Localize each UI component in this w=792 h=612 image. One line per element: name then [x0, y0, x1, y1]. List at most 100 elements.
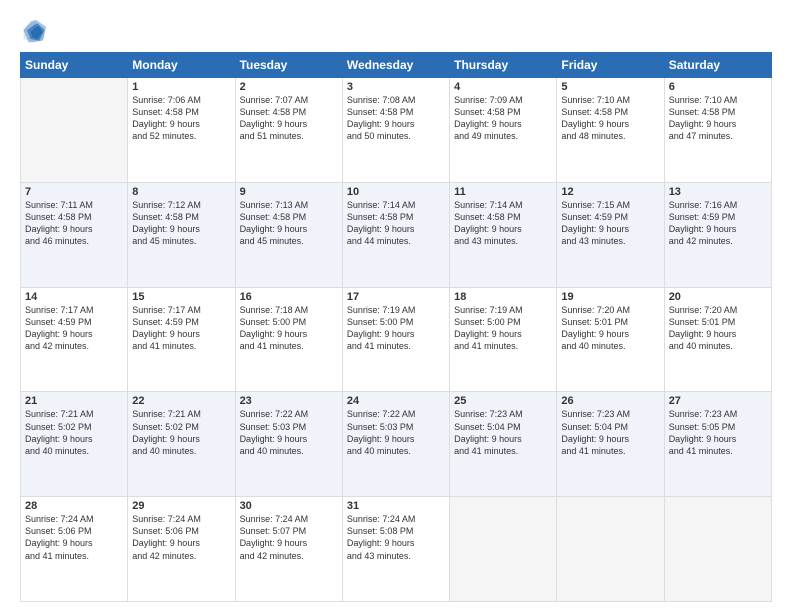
day-number: 10	[347, 186, 445, 198]
day-info: Sunrise: 7:11 AM Sunset: 4:58 PM Dayligh…	[25, 199, 123, 248]
calendar-cell: 21Sunrise: 7:21 AM Sunset: 5:02 PM Dayli…	[21, 392, 128, 497]
calendar-cell: 1Sunrise: 7:06 AM Sunset: 4:58 PM Daylig…	[128, 78, 235, 183]
calendar-cell: 3Sunrise: 7:08 AM Sunset: 4:58 PM Daylig…	[342, 78, 449, 183]
calendar-cell: 20Sunrise: 7:20 AM Sunset: 5:01 PM Dayli…	[664, 287, 771, 392]
calendar-cell: 10Sunrise: 7:14 AM Sunset: 4:58 PM Dayli…	[342, 182, 449, 287]
day-info: Sunrise: 7:23 AM Sunset: 5:04 PM Dayligh…	[454, 408, 552, 457]
day-number: 22	[132, 395, 230, 407]
day-info: Sunrise: 7:10 AM Sunset: 4:58 PM Dayligh…	[561, 94, 659, 143]
logo	[20, 18, 52, 46]
day-number: 26	[561, 395, 659, 407]
calendar-cell: 14Sunrise: 7:17 AM Sunset: 4:59 PM Dayli…	[21, 287, 128, 392]
day-info: Sunrise: 7:16 AM Sunset: 4:59 PM Dayligh…	[669, 199, 767, 248]
day-info: Sunrise: 7:18 AM Sunset: 5:00 PM Dayligh…	[240, 304, 338, 353]
day-number: 8	[132, 186, 230, 198]
calendar-cell: 8Sunrise: 7:12 AM Sunset: 4:58 PM Daylig…	[128, 182, 235, 287]
day-info: Sunrise: 7:17 AM Sunset: 4:59 PM Dayligh…	[132, 304, 230, 353]
day-info: Sunrise: 7:19 AM Sunset: 5:00 PM Dayligh…	[347, 304, 445, 353]
day-info: Sunrise: 7:14 AM Sunset: 4:58 PM Dayligh…	[454, 199, 552, 248]
day-info: Sunrise: 7:10 AM Sunset: 4:58 PM Dayligh…	[669, 94, 767, 143]
day-info: Sunrise: 7:24 AM Sunset: 5:06 PM Dayligh…	[25, 513, 123, 562]
calendar-cell	[664, 497, 771, 602]
day-number: 6	[669, 81, 767, 93]
day-number: 13	[669, 186, 767, 198]
weekday-header-monday: Monday	[128, 53, 235, 78]
day-number: 5	[561, 81, 659, 93]
day-number: 29	[132, 500, 230, 512]
calendar-cell: 16Sunrise: 7:18 AM Sunset: 5:00 PM Dayli…	[235, 287, 342, 392]
day-info: Sunrise: 7:17 AM Sunset: 4:59 PM Dayligh…	[25, 304, 123, 353]
day-info: Sunrise: 7:15 AM Sunset: 4:59 PM Dayligh…	[561, 199, 659, 248]
day-info: Sunrise: 7:20 AM Sunset: 5:01 PM Dayligh…	[561, 304, 659, 353]
calendar-cell: 6Sunrise: 7:10 AM Sunset: 4:58 PM Daylig…	[664, 78, 771, 183]
calendar-cell: 13Sunrise: 7:16 AM Sunset: 4:59 PM Dayli…	[664, 182, 771, 287]
day-info: Sunrise: 7:08 AM Sunset: 4:58 PM Dayligh…	[347, 94, 445, 143]
day-number: 16	[240, 291, 338, 303]
day-number: 28	[25, 500, 123, 512]
day-number: 27	[669, 395, 767, 407]
calendar-cell: 4Sunrise: 7:09 AM Sunset: 4:58 PM Daylig…	[450, 78, 557, 183]
day-info: Sunrise: 7:22 AM Sunset: 5:03 PM Dayligh…	[240, 408, 338, 457]
day-info: Sunrise: 7:24 AM Sunset: 5:06 PM Dayligh…	[132, 513, 230, 562]
calendar-cell: 24Sunrise: 7:22 AM Sunset: 5:03 PM Dayli…	[342, 392, 449, 497]
calendar-cell: 27Sunrise: 7:23 AM Sunset: 5:05 PM Dayli…	[664, 392, 771, 497]
day-number: 20	[669, 291, 767, 303]
day-number: 12	[561, 186, 659, 198]
weekday-header-thursday: Thursday	[450, 53, 557, 78]
day-number: 4	[454, 81, 552, 93]
calendar-cell: 25Sunrise: 7:23 AM Sunset: 5:04 PM Dayli…	[450, 392, 557, 497]
day-info: Sunrise: 7:07 AM Sunset: 4:58 PM Dayligh…	[240, 94, 338, 143]
calendar-cell: 12Sunrise: 7:15 AM Sunset: 4:59 PM Dayli…	[557, 182, 664, 287]
day-number: 3	[347, 81, 445, 93]
day-info: Sunrise: 7:21 AM Sunset: 5:02 PM Dayligh…	[25, 408, 123, 457]
weekday-header-wednesday: Wednesday	[342, 53, 449, 78]
day-number: 21	[25, 395, 123, 407]
calendar-cell: 22Sunrise: 7:21 AM Sunset: 5:02 PM Dayli…	[128, 392, 235, 497]
day-info: Sunrise: 7:22 AM Sunset: 5:03 PM Dayligh…	[347, 408, 445, 457]
day-info: Sunrise: 7:14 AM Sunset: 4:58 PM Dayligh…	[347, 199, 445, 248]
day-number: 17	[347, 291, 445, 303]
calendar-week-row: 1Sunrise: 7:06 AM Sunset: 4:58 PM Daylig…	[21, 78, 772, 183]
calendar-week-row: 21Sunrise: 7:21 AM Sunset: 5:02 PM Dayli…	[21, 392, 772, 497]
day-number: 2	[240, 81, 338, 93]
calendar-cell	[450, 497, 557, 602]
day-info: Sunrise: 7:24 AM Sunset: 5:08 PM Dayligh…	[347, 513, 445, 562]
calendar-cell: 31Sunrise: 7:24 AM Sunset: 5:08 PM Dayli…	[342, 497, 449, 602]
day-number: 15	[132, 291, 230, 303]
logo-icon	[20, 18, 48, 46]
calendar-cell: 26Sunrise: 7:23 AM Sunset: 5:04 PM Dayli…	[557, 392, 664, 497]
weekday-header-saturday: Saturday	[664, 53, 771, 78]
weekday-header-tuesday: Tuesday	[235, 53, 342, 78]
day-number: 19	[561, 291, 659, 303]
calendar-cell: 28Sunrise: 7:24 AM Sunset: 5:06 PM Dayli…	[21, 497, 128, 602]
calendar-table: SundayMondayTuesdayWednesdayThursdayFrid…	[20, 52, 772, 602]
day-number: 14	[25, 291, 123, 303]
calendar-cell	[557, 497, 664, 602]
day-info: Sunrise: 7:19 AM Sunset: 5:00 PM Dayligh…	[454, 304, 552, 353]
calendar-cell: 17Sunrise: 7:19 AM Sunset: 5:00 PM Dayli…	[342, 287, 449, 392]
calendar-week-row: 28Sunrise: 7:24 AM Sunset: 5:06 PM Dayli…	[21, 497, 772, 602]
day-info: Sunrise: 7:09 AM Sunset: 4:58 PM Dayligh…	[454, 94, 552, 143]
day-number: 9	[240, 186, 338, 198]
calendar-cell: 2Sunrise: 7:07 AM Sunset: 4:58 PM Daylig…	[235, 78, 342, 183]
day-info: Sunrise: 7:24 AM Sunset: 5:07 PM Dayligh…	[240, 513, 338, 562]
weekday-header-friday: Friday	[557, 53, 664, 78]
calendar-cell: 5Sunrise: 7:10 AM Sunset: 4:58 PM Daylig…	[557, 78, 664, 183]
calendar-cell: 15Sunrise: 7:17 AM Sunset: 4:59 PM Dayli…	[128, 287, 235, 392]
page: SundayMondayTuesdayWednesdayThursdayFrid…	[0, 0, 792, 612]
calendar-cell: 9Sunrise: 7:13 AM Sunset: 4:58 PM Daylig…	[235, 182, 342, 287]
header	[20, 18, 772, 46]
day-number: 31	[347, 500, 445, 512]
day-number: 25	[454, 395, 552, 407]
day-info: Sunrise: 7:06 AM Sunset: 4:58 PM Dayligh…	[132, 94, 230, 143]
weekday-header-sunday: Sunday	[21, 53, 128, 78]
day-number: 24	[347, 395, 445, 407]
calendar-cell: 19Sunrise: 7:20 AM Sunset: 5:01 PM Dayli…	[557, 287, 664, 392]
day-number: 18	[454, 291, 552, 303]
day-info: Sunrise: 7:21 AM Sunset: 5:02 PM Dayligh…	[132, 408, 230, 457]
day-number: 7	[25, 186, 123, 198]
day-info: Sunrise: 7:23 AM Sunset: 5:04 PM Dayligh…	[561, 408, 659, 457]
calendar-week-row: 14Sunrise: 7:17 AM Sunset: 4:59 PM Dayli…	[21, 287, 772, 392]
calendar-week-row: 7Sunrise: 7:11 AM Sunset: 4:58 PM Daylig…	[21, 182, 772, 287]
day-info: Sunrise: 7:12 AM Sunset: 4:58 PM Dayligh…	[132, 199, 230, 248]
